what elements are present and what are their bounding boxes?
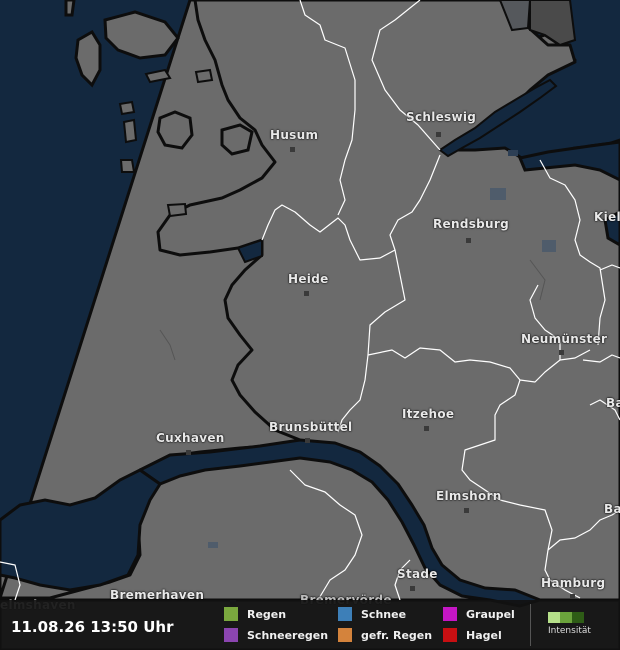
legend-item-graupel: Graupel: [443, 607, 515, 621]
border-line: [529, 284, 561, 360]
legend-swatch-schnee: [338, 607, 352, 621]
city-label-barmstedt: Ba: [604, 502, 620, 516]
border-line: [599, 264, 620, 271]
legend-swatch-gefr-regen: [338, 628, 352, 642]
city-label-husum: Husum: [270, 128, 319, 142]
city-label-bad-segeberg: Ba: [606, 396, 620, 410]
city-dot-husum: [290, 147, 295, 152]
border-line: [582, 354, 620, 363]
legend-swatch-graupel: [443, 607, 457, 621]
legend-label-graupel: Graupel: [466, 607, 515, 621]
legend-divider: [530, 604, 531, 646]
weather-radar-map[interactable]: Husum Schleswig Kiel Rendsburg Heide Neu…: [0, 0, 620, 650]
timestamp: 11.08.26 13:50 Uhr: [11, 618, 174, 636]
city-label-rendsburg: Rendsburg: [433, 217, 509, 231]
legend-swatch-regen: [224, 607, 238, 621]
city-label-neumuenster: Neumünster: [521, 332, 608, 346]
city-dot-itzehoe: [424, 426, 429, 431]
border-line: [547, 509, 620, 551]
border-line: [539, 159, 606, 346]
city-dot-cuxhaven: [186, 450, 191, 455]
city-label-hamburg: Hamburg: [541, 576, 606, 590]
intensity-scale: Intensität: [548, 612, 591, 636]
city-dot-heide: [304, 291, 309, 296]
border-line: [461, 379, 553, 551]
legend-item-schneeregen: Schneeregen: [224, 628, 328, 642]
border-line: [261, 154, 441, 261]
border-line: [367, 347, 591, 383]
intensity-step-mid: [560, 612, 572, 623]
border-line: [0, 561, 21, 601]
legend-item-gefr-regen: gefr. Regen: [338, 628, 432, 642]
legend-item-hagel: Hagel: [443, 628, 502, 642]
city-dot-neumuenster: [559, 350, 564, 355]
city-label-elmshorn: Elmshorn: [436, 489, 502, 503]
legend-label-schnee: Schnee: [361, 607, 407, 621]
border-line: [289, 469, 363, 601]
intensity-label: Intensität: [548, 626, 591, 636]
intensity-bar: [548, 612, 591, 623]
legend-item-regen: Regen: [224, 607, 286, 621]
legend-label-hagel: Hagel: [466, 628, 502, 642]
city-dot-rendsburg: [466, 238, 471, 243]
legend-swatch-hagel: [443, 628, 457, 642]
city-label-cuxhaven: Cuxhaven: [156, 431, 225, 445]
legend-label-regen: Regen: [247, 607, 287, 621]
city-dot-schleswig: [436, 132, 441, 137]
intensity-step-low: [548, 612, 560, 623]
legend-label-gefr-regen: gefr. Regen: [361, 628, 433, 642]
border-line: [337, 249, 406, 433]
city-label-brunsbuettel: Brunsbüttel: [269, 420, 353, 434]
city-dot-brunsbuettel: [305, 438, 310, 443]
legend-bar: 11.08.26 13:50 Uhr Regen Schnee Graupel …: [0, 600, 620, 650]
legend-label-schneeregen: Schneeregen: [247, 628, 329, 642]
borders-layer: [0, 0, 620, 601]
legend-item-schnee: Schnee: [338, 607, 406, 621]
minor-line: [159, 329, 176, 361]
city-label-itzehoe: Itzehoe: [402, 407, 455, 421]
legend-swatch-schneeregen: [224, 628, 238, 642]
minor-line: [529, 259, 546, 301]
city-label-stade: Stade: [397, 567, 438, 581]
city-label-schleswig: Schleswig: [406, 110, 477, 124]
city-dot-hamburg: [570, 594, 575, 599]
city-dot-elmshorn: [464, 508, 469, 513]
border-line: [299, 0, 356, 216]
intensity-step-high: [572, 612, 584, 623]
city-label-heide: Heide: [288, 272, 329, 286]
city-dot-stade: [410, 586, 415, 591]
border-line: [544, 549, 581, 599]
border-line: [371, 0, 441, 151]
city-label-kiel: Kiel: [594, 210, 620, 224]
